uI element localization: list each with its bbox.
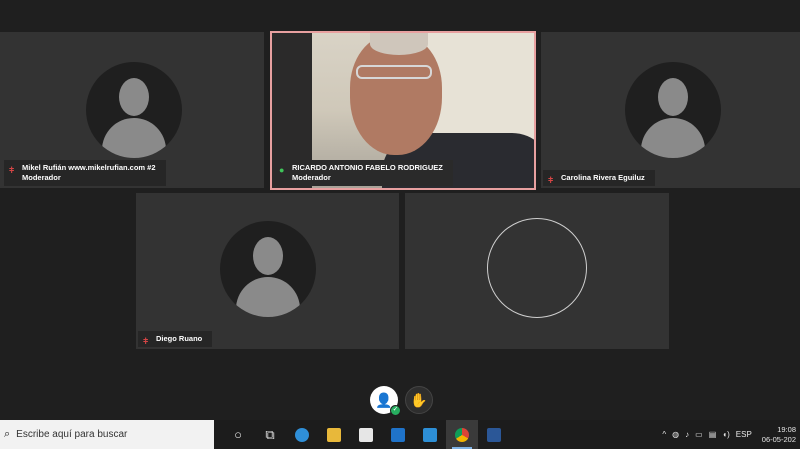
file-explorer-button[interactable] xyxy=(318,420,350,449)
participant-nameplate: ● RICARDO ANTONIO FABELO RODRIGUEZ Moder… xyxy=(274,160,453,186)
participant-name: Carolina Rivera Eguiluz xyxy=(561,173,645,182)
raise-hand-button[interactable]: ✋ xyxy=(405,386,433,414)
mic-muted-icon: ǂ xyxy=(143,336,149,346)
cortana-circle-icon: ○ xyxy=(234,427,242,442)
cortana-button[interactable]: ○ xyxy=(222,420,254,449)
chevron-up-icon[interactable]: ^ xyxy=(662,430,666,439)
windows-taskbar: ⌕ Escribe aquí para buscar ○ ⧉ ^ ◍ ♪ ▭ ▤… xyxy=(0,420,800,449)
participant-tile-carolina[interactable]: ǂ Carolina Rivera Eguiluz xyxy=(541,32,800,188)
participant-tile-ricardo[interactable]: ● RICARDO ANTONIO FABELO RODRIGUEZ Moder… xyxy=(270,31,536,190)
raise-hand-icon: ✋ xyxy=(410,391,428,408)
mail-button[interactable] xyxy=(382,420,414,449)
system-tray: ^ ◍ ♪ ▭ ▤ ◖) ESP 19:08 06-05-202 xyxy=(656,420,796,449)
participant-role: Moderador xyxy=(292,173,331,182)
participant-tile-mikel[interactable]: ǂ Mikel Rufián www.mikelrufian.com #2 Mo… xyxy=(0,32,264,188)
mail-icon xyxy=(391,427,405,442)
edge-icon xyxy=(295,427,309,442)
default-avatar-icon xyxy=(625,62,721,158)
store-button[interactable] xyxy=(350,420,382,449)
taskbar-clock[interactable]: 19:08 06-05-202 xyxy=(762,425,796,445)
default-avatar-icon xyxy=(220,221,316,317)
empty-avatar-ring-icon xyxy=(487,218,587,318)
clock-date: 06-05-202 xyxy=(761,434,796,444)
default-avatar-icon xyxy=(86,62,182,158)
search-icon: ⌕ xyxy=(4,428,11,440)
person-icon: 👤 xyxy=(375,391,393,408)
word-icon xyxy=(487,427,501,442)
microphone-icon[interactable]: ♪ xyxy=(685,430,689,439)
participant-tile-empty[interactable] xyxy=(405,193,669,349)
chrome-icon xyxy=(455,427,469,442)
participant-name: Mikel Rufián www.mikelrufian.com #2 xyxy=(22,163,156,172)
taskbar-search-box[interactable]: ⌕ Escribe aquí para buscar xyxy=(0,420,214,449)
folder-icon xyxy=(327,427,341,442)
word-button[interactable] xyxy=(478,420,510,449)
participant-name: RICARDO ANTONIO FABELO RODRIGUEZ xyxy=(292,163,443,172)
mic-muted-icon: ǂ xyxy=(9,165,15,175)
edge-button[interactable] xyxy=(286,420,318,449)
l-app-icon xyxy=(423,427,437,442)
search-placeholder: Escribe aquí para buscar xyxy=(16,429,128,440)
clock-time: 19:08 xyxy=(777,424,796,434)
participant-nameplate: ǂ Carolina Rivera Eguiluz xyxy=(543,170,655,186)
available-status-icon: ✓ xyxy=(390,405,401,416)
chrome-button[interactable] xyxy=(446,420,478,449)
call-controls: 👤 ✓ ✋ xyxy=(0,384,800,420)
network-icon[interactable]: ▤ xyxy=(709,430,717,439)
lync-button[interactable] xyxy=(414,420,446,449)
participant-nameplate: ǂ Mikel Rufián www.mikelrufian.com #2 Mo… xyxy=(4,160,166,186)
input-language[interactable]: ESP xyxy=(736,430,752,439)
participant-role: Moderador xyxy=(22,173,61,182)
mic-on-icon: ● xyxy=(279,165,285,175)
video-grid: ǂ Mikel Rufián www.mikelrufian.com #2 Mo… xyxy=(0,0,800,420)
store-bag-icon xyxy=(359,427,373,442)
speaker-icon[interactable]: ◖) xyxy=(722,430,730,439)
task-view-icon: ⧉ xyxy=(265,426,275,442)
task-view-button[interactable]: ⧉ xyxy=(254,420,286,449)
mic-muted-icon: ǂ xyxy=(548,175,554,185)
participant-tile-diego[interactable]: ǂ Diego Ruano xyxy=(136,193,399,349)
people-icon[interactable]: ◍ xyxy=(672,430,679,439)
my-profile-button[interactable]: 👤 ✓ xyxy=(370,386,401,416)
participant-nameplate: ǂ Diego Ruano xyxy=(138,331,213,347)
participant-name: Diego Ruano xyxy=(156,334,203,343)
battery-icon[interactable]: ▭ xyxy=(695,430,703,439)
